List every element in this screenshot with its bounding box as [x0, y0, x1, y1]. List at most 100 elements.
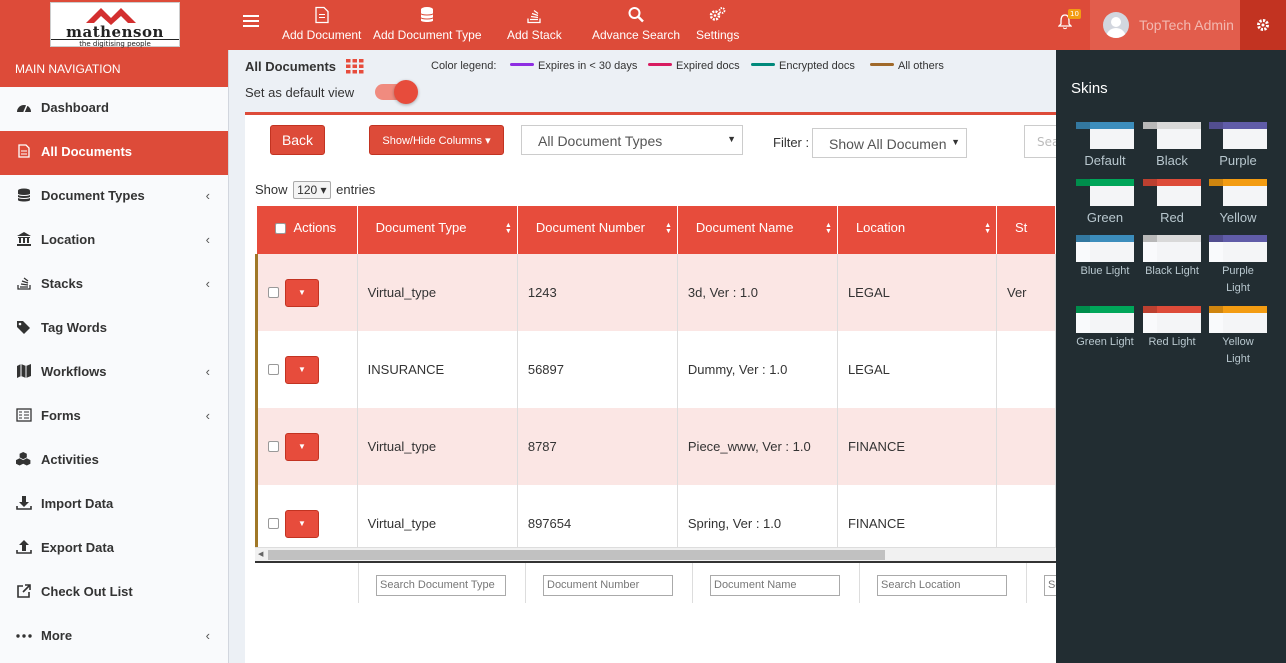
show-hide-columns-label: Show/Hide Columns	[382, 135, 483, 147]
chevron-left-icon: ‹	[205, 364, 210, 379]
mathenson-logo[interactable]: mathenson the digitising people	[50, 2, 180, 48]
skin-option-black[interactable]: Black	[1143, 122, 1201, 168]
actions-cell: ▼	[255, 254, 358, 331]
sidebar-item-dashboard[interactable]: Dashboard	[0, 87, 228, 131]
cell-document-name[interactable]: 3d, Ver : 1.0	[677, 254, 838, 331]
page-size-select[interactable]: 120 ▾	[293, 181, 331, 199]
page-title: All Documents	[245, 59, 337, 74]
map-icon	[17, 364, 31, 378]
select-all-checkbox[interactable]	[274, 223, 286, 235]
skin-option-black-light[interactable]: Black Light	[1143, 235, 1201, 280]
skin-preview	[1209, 306, 1267, 333]
sidebar-item-check-out-list[interactable]: Check Out List	[0, 571, 228, 615]
chevron-left-icon: ‹	[205, 188, 210, 203]
sidebar-item-label: Export Data	[41, 540, 114, 555]
row-actions-dropdown[interactable]: ▼	[285, 278, 319, 307]
skin-option-red-light[interactable]: Red Light	[1143, 306, 1201, 351]
row-checkbox[interactable]	[268, 287, 279, 298]
entries-label: entries	[336, 182, 376, 197]
horizontal-scrollbar[interactable]: ◀	[255, 547, 1056, 561]
row-checkbox[interactable]	[268, 364, 279, 375]
cell-document-name[interactable]: Dummy, Ver : 1.0	[677, 331, 838, 408]
document-type-select[interactable]: All Document Types ▼	[521, 125, 743, 155]
sidebar-item-all-documents[interactable]: All Documents	[0, 131, 228, 175]
sidebar-item-forms[interactable]: Forms ‹	[0, 395, 228, 439]
cell-document-name[interactable]: Piece_www, Ver : 1.0	[677, 408, 838, 485]
skin-option-yellow[interactable]: Yellow	[1209, 179, 1267, 225]
show-hide-columns-button[interactable]: Show/Hide Columns ▾	[369, 125, 504, 155]
caret-down-icon: ▾	[485, 135, 491, 147]
skin-option-red[interactable]: Red	[1143, 179, 1201, 225]
documents-table-wrapper: Actions Document Type ▲ ▼ Document Number ▲…	[255, 206, 1056, 603]
sidebar-item-document-types[interactable]: Document Types ‹	[0, 175, 228, 219]
nav-advance-search[interactable]: Advance Search	[592, 6, 680, 42]
search-status-input[interactable]: Se	[1044, 575, 1056, 596]
table-row[interactable]: ▼ Virtual_type 1243 3d, Ver : 1.0 LEGAL …	[255, 254, 1056, 331]
grid-icon[interactable]	[346, 59, 364, 74]
sidebar-item-activities[interactable]: Activities	[0, 439, 228, 483]
row-actions-dropdown[interactable]: ▼	[285, 355, 319, 384]
skin-option-purple-light[interactable]: Purple Light	[1209, 235, 1267, 297]
row-actions-dropdown[interactable]: ▼	[285, 432, 319, 461]
column-header-label: Document Name	[695, 220, 794, 235]
column-header-location[interactable]: Location ▲ ▼	[837, 206, 998, 254]
search-document-type-input[interactable]: Search Document Type	[376, 575, 506, 596]
upload-icon	[16, 540, 32, 554]
sidebar-item-location[interactable]: Location ‹	[0, 219, 228, 263]
nav-add-document[interactable]: Add Document	[282, 6, 361, 42]
filter-select[interactable]: Show All Documen ▼	[812, 128, 967, 158]
cogs-icon	[709, 7, 726, 21]
sidebar-item-export-data[interactable]: Export Data	[0, 527, 228, 571]
legend-others: All others	[870, 60, 944, 72]
back-button[interactable]: Back	[270, 125, 325, 155]
nav-settings[interactable]: Settings	[696, 6, 739, 42]
column-header-document-number[interactable]: Document Number ▲ ▼	[517, 206, 678, 254]
sidebar-item-stacks[interactable]: Stacks ‹	[0, 263, 228, 307]
default-view-toggle[interactable]	[375, 80, 418, 104]
sidebar-item-label: Tag Words	[41, 320, 107, 335]
default-view-label: Set as default view	[245, 85, 355, 100]
skin-option-blue-light[interactable]: Blue Light	[1076, 235, 1134, 280]
skin-option-green[interactable]: Green	[1076, 179, 1134, 225]
cell-status	[996, 331, 1056, 408]
scrollbar-thumb[interactable]	[268, 550, 885, 560]
row-checkbox[interactable]	[268, 518, 279, 529]
cell-document-type: INSURANCE	[357, 331, 518, 408]
control-sidebar-toggle[interactable]	[1240, 0, 1286, 50]
row-checkbox[interactable]	[268, 441, 279, 452]
skin-option-yellow-light[interactable]: Yellow Light	[1209, 306, 1267, 368]
column-header-actions[interactable]: Actions	[256, 206, 358, 254]
column-header-document-name[interactable]: Document Name ▲ ▼	[677, 206, 838, 254]
sidebar-item-label: Activities	[41, 452, 99, 467]
sidebar-item-import-data[interactable]: Import Data	[0, 483, 228, 527]
search-document-number-input[interactable]: Document Number	[543, 575, 673, 596]
search-location-input[interactable]: Search Location	[877, 575, 1007, 596]
nav-add-stack[interactable]: Add Stack	[507, 6, 562, 42]
external-link-icon	[17, 584, 31, 598]
skin-preview	[1143, 306, 1201, 333]
avatar[interactable]	[1103, 12, 1129, 38]
search-document-name-input[interactable]: Document Name	[710, 575, 840, 596]
sidebar-item-workflows[interactable]: Workflows ‹	[0, 351, 228, 395]
nav-settings-label: Settings	[696, 28, 740, 42]
skin-option-default[interactable]: Default	[1076, 122, 1134, 168]
column-header-status[interactable]: St	[996, 206, 1056, 254]
sidebar-toggle-icon[interactable]	[243, 15, 259, 29]
skin-option-green-light[interactable]: Green Light	[1076, 306, 1134, 351]
nav-add-document-type[interactable]: Add Document Type	[373, 6, 482, 42]
column-header-document-type[interactable]: Document Type ▲ ▼	[357, 206, 518, 254]
skin-option-purple[interactable]: Purple	[1209, 122, 1267, 168]
download-icon	[16, 496, 32, 510]
row-actions-dropdown[interactable]: ▼	[285, 509, 319, 538]
user-name[interactable]: TopTech Admin	[1139, 17, 1234, 33]
skin-preview	[1209, 179, 1267, 206]
table-row[interactable]: ▼ INSURANCE 56897 Dummy, Ver : 1.0 LEGAL	[255, 331, 1056, 408]
main-sidebar: MAIN NAVIGATION Dashboard All Documents …	[0, 50, 229, 663]
skin-label: Green Light	[1076, 336, 1134, 348]
sidebar-item-tag-words[interactable]: Tag Words	[0, 307, 228, 351]
table-row[interactable]: ▼ Virtual_type 8787 Piece_www, Ver : 1.0…	[255, 408, 1056, 485]
sidebar-item-more[interactable]: More ‹	[0, 615, 228, 659]
notification-badge: 10	[1068, 9, 1081, 19]
cell-location: FINANCE	[837, 408, 998, 485]
scroll-left-icon[interactable]: ◀	[258, 550, 263, 558]
